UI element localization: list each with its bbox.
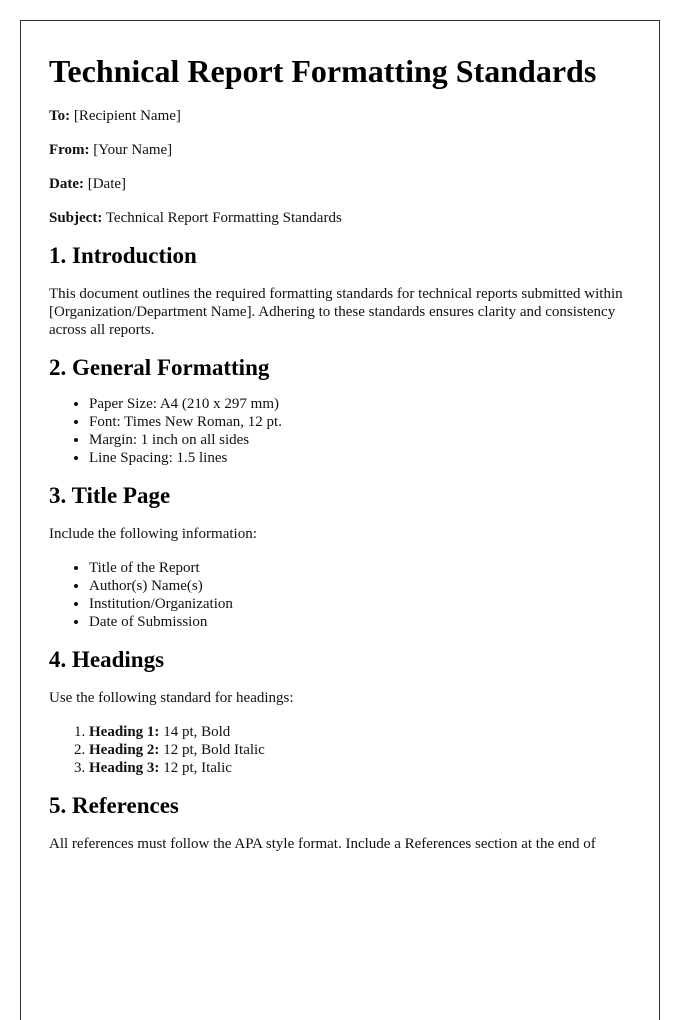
list-item: Margin: 1 inch on all sides: [89, 431, 631, 449]
headings-list: Heading 1: 14 pt, Bold Heading 2: 12 pt,…: [49, 723, 631, 777]
heading-level-label: Heading 3:: [89, 760, 160, 776]
memo-value: [Date]: [87, 176, 127, 192]
memo-from: From: [Your Name]: [49, 141, 631, 159]
list-item: Line Spacing: 1.5 lines: [89, 449, 631, 467]
list-item: Heading 2: 12 pt, Bold Italic: [89, 741, 631, 759]
general-formatting-list: Paper Size: A4 (210 x 297 mm) Font: Time…: [49, 395, 631, 467]
memo-value: [Your Name]: [93, 142, 173, 158]
memo-subject: Subject: Technical Report Formatting Sta…: [49, 209, 631, 227]
references-text: All references must follow the APA style…: [49, 836, 596, 852]
heading-level-label: Heading 2:: [89, 742, 160, 758]
heading-level-value: 14 pt, Bold: [163, 724, 231, 740]
list-item: Paper Size: A4 (210 x 297 mm): [89, 395, 631, 413]
memo-label: To:: [49, 108, 71, 124]
memo-label: Subject:: [49, 210, 103, 226]
list-item: Date of Submission: [89, 613, 631, 631]
section-heading-title-page: 3. Title Page: [49, 483, 171, 508]
memo-to: To: [Recipient Name]: [49, 107, 631, 125]
memo-value: Technical Report Formatting Standards: [105, 210, 342, 226]
heading-level-value: 12 pt, Italic: [163, 760, 232, 776]
list-item: Title of the Report: [89, 559, 631, 577]
list-item: Institution/Organization: [89, 595, 631, 613]
document-page: Technical Report Formatting Standards To…: [20, 20, 660, 1020]
memo-label: Date:: [49, 176, 84, 192]
heading-level-value: 12 pt, Bold Italic: [163, 742, 265, 758]
heading-level-label: Heading 1:: [89, 724, 160, 740]
headings-intro: Use the following standard for headings:: [49, 690, 294, 706]
memo-label: From:: [49, 142, 90, 158]
section-heading-introduction: 1. Introduction: [49, 243, 197, 268]
section-heading-references: 5. References: [49, 793, 179, 818]
document-title: Technical Report Formatting Standards: [49, 53, 597, 89]
title-page-list: Title of the Report Author(s) Name(s) In…: [49, 559, 631, 631]
title-page-intro: Include the following information:: [49, 526, 257, 542]
list-item: Author(s) Name(s): [89, 577, 631, 595]
list-item: Heading 1: 14 pt, Bold: [89, 723, 631, 741]
list-item: Heading 3: 12 pt, Italic: [89, 759, 631, 777]
memo-value: [Recipient Name]: [73, 108, 181, 124]
section-heading-headings: 4. Headings: [49, 647, 165, 672]
memo-date: Date: [Date]: [49, 175, 631, 193]
section-heading-general-formatting: 2. General Formatting: [49, 355, 270, 380]
introduction-text: This document outlines the required form…: [49, 286, 623, 338]
list-item: Font: Times New Roman, 12 pt.: [89, 413, 631, 431]
